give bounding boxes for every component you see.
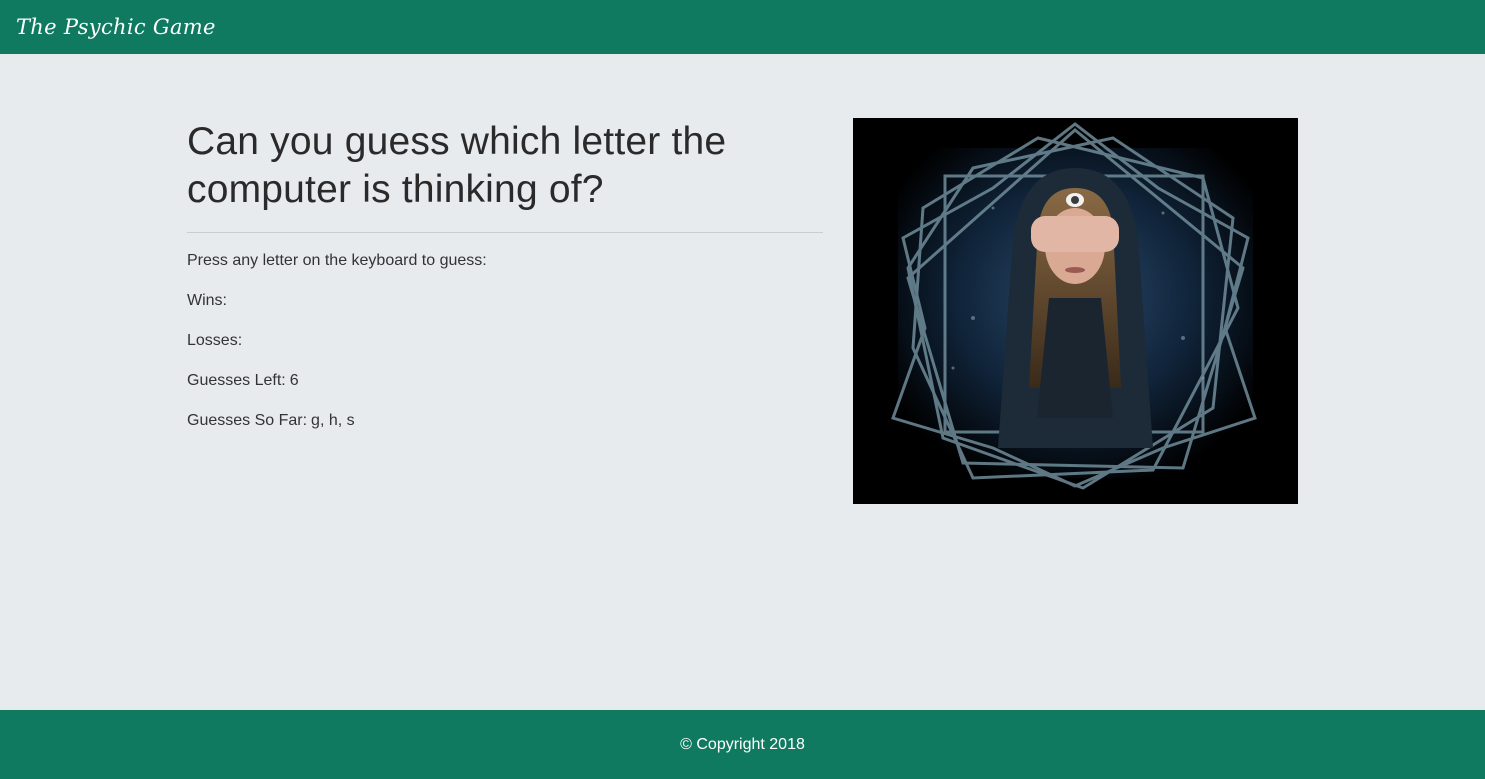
- psychic-eye-image: [853, 118, 1298, 504]
- navbar: The Psychic Game: [0, 0, 1485, 54]
- losses-stat: Losses:: [187, 331, 823, 351]
- brand-title[interactable]: The Psychic Game: [16, 15, 216, 39]
- divider: [187, 232, 823, 233]
- psychic-illustration: [853, 118, 1298, 504]
- instruction-text: Press any letter on the keyboard to gues…: [187, 252, 487, 269]
- copyright-text: © Copyright 2018: [680, 735, 805, 753]
- footer: © Copyright 2018: [0, 710, 1485, 779]
- guesses-so-far-stat: Guesses So Far: g, h, s: [187, 411, 823, 431]
- page-headline: Can you guess which letter the computer …: [187, 120, 727, 211]
- guesses-left-label: Guesses Left:: [187, 372, 286, 389]
- guesses-so-far-value: g, h, s: [311, 412, 355, 429]
- wins-stat: Wins:: [187, 291, 823, 311]
- guesses-left-stat: Guesses Left: 6: [187, 371, 823, 391]
- guesses-left-value: 6: [289, 372, 299, 389]
- game-panel: Can you guess which letter the computer …: [187, 118, 823, 431]
- guesses-so-far-label: Guesses So Far:: [187, 412, 308, 429]
- losses-label: Losses:: [187, 332, 243, 349]
- wins-label: Wins:: [187, 292, 227, 309]
